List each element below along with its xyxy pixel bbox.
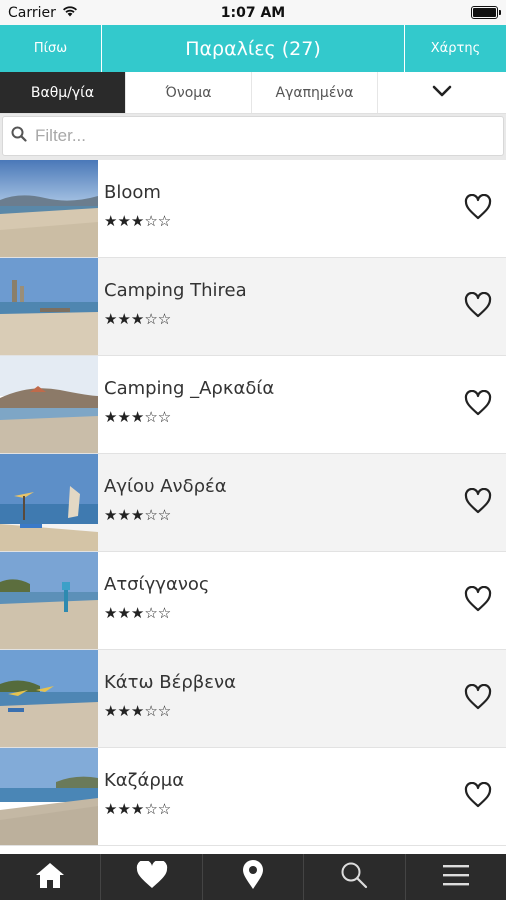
beach-photo: [0, 552, 98, 649]
map-button[interactable]: Χάρτης: [405, 25, 506, 72]
search-icon: [340, 861, 368, 893]
carrier-label: Carrier: [8, 4, 56, 21]
location-pin-icon: [242, 860, 264, 894]
beach-info: Camping Thirea ★★★☆☆: [98, 258, 450, 355]
beach-name: Ατσίγγανος: [104, 574, 210, 595]
search-bar: [0, 114, 506, 160]
heart-outline-icon: [464, 389, 492, 420]
list-item[interactable]: Bloom ★★★☆☆: [0, 160, 506, 258]
beach-name: Καζάρμα: [104, 770, 185, 791]
list-item[interactable]: Αγίου Ανδρέα ★★★☆☆: [0, 454, 506, 552]
battery-icon: [471, 6, 501, 19]
favorite-button[interactable]: [450, 650, 506, 747]
heart-outline-icon: [464, 585, 492, 616]
favorite-button[interactable]: [450, 160, 506, 257]
tab-rating[interactable]: Βαθμ/γία: [0, 72, 126, 113]
heart-outline-icon: [464, 683, 492, 714]
tab-name[interactable]: Όνομα: [126, 72, 252, 113]
status-left: Carrier: [8, 5, 78, 21]
tab-map[interactable]: [203, 854, 305, 900]
beach-info: Κάτω Βέρβενα ★★★☆☆: [98, 650, 450, 747]
list-item[interactable]: Camping _Αρκαδία ★★★☆☆: [0, 356, 506, 454]
favorite-button[interactable]: [450, 258, 506, 355]
chevron-down-icon: [432, 85, 452, 101]
heart-outline-icon: [464, 781, 492, 812]
beach-photo: [0, 160, 98, 257]
back-button[interactable]: Πίσω: [0, 25, 101, 72]
status-bar: Carrier 1:07 AM: [0, 0, 506, 25]
beach-photo: [0, 748, 98, 845]
beach-info: Ατσίγγανος ★★★☆☆: [98, 552, 450, 649]
menu-icon: [442, 863, 470, 891]
beach-name: Αγίου Ανδρέα: [104, 476, 227, 497]
list-item[interactable]: Καζάρμα ★★★☆☆: [0, 748, 506, 846]
wifi-icon: [62, 5, 78, 21]
beach-name: Camping Thirea: [104, 280, 247, 301]
favorite-button[interactable]: [450, 454, 506, 551]
rating-stars: ★★★☆☆: [104, 702, 172, 720]
heart-icon: [136, 859, 168, 893]
beach-name: Κάτω Βέρβενα: [104, 672, 236, 693]
rating-stars: ★★★☆☆: [104, 408, 172, 426]
favorite-button[interactable]: [450, 356, 506, 453]
page-title: Παραλίες (27): [101, 25, 405, 72]
rating-stars: ★★★☆☆: [104, 604, 172, 622]
favorite-button[interactable]: [450, 748, 506, 845]
rating-stars: ★★★☆☆: [104, 212, 172, 230]
beach-photo: [0, 258, 98, 355]
beach-info: Καζάρμα ★★★☆☆: [98, 748, 450, 845]
beach-info: Camping _Αρκαδία ★★★☆☆: [98, 356, 450, 453]
heart-outline-icon: [464, 193, 492, 224]
beach-info: Αγίου Ανδρέα ★★★☆☆: [98, 454, 450, 551]
list-item[interactable]: Κάτω Βέρβενα ★★★☆☆: [0, 650, 506, 748]
rating-stars: ★★★☆☆: [104, 506, 172, 524]
rating-stars: ★★★☆☆: [104, 800, 172, 818]
rating-stars: ★★★☆☆: [104, 310, 172, 328]
search-input[interactable]: [35, 126, 495, 146]
more-sort-dropdown[interactable]: [378, 72, 506, 113]
search-icon: [11, 126, 27, 146]
beach-name: Bloom: [104, 182, 161, 203]
tab-search[interactable]: [304, 854, 406, 900]
sort-tabs: Βαθμ/γία Όνομα Αγαπημένα: [0, 72, 506, 114]
tab-favorites[interactable]: Αγαπημένα: [252, 72, 378, 113]
bottom-tab-bar: [0, 854, 506, 900]
list-item[interactable]: Ατσίγγανος ★★★☆☆: [0, 552, 506, 650]
beach-list: Bloom ★★★☆☆ Camping Thirea ★★★☆☆ Camping…: [0, 160, 506, 854]
home-icon: [35, 861, 65, 893]
tab-home[interactable]: [0, 854, 102, 900]
beach-name: Camping _Αρκαδία: [104, 378, 275, 399]
heart-outline-icon: [464, 291, 492, 322]
heart-outline-icon: [464, 487, 492, 518]
beach-photo: [0, 454, 98, 551]
search-box: [2, 116, 504, 156]
beach-info: Bloom ★★★☆☆: [98, 160, 450, 257]
beach-photo: [0, 356, 98, 453]
tab-favorites[interactable]: [101, 854, 203, 900]
header: Πίσω Παραλίες (27) Χάρτης: [0, 25, 506, 72]
tab-menu[interactable]: [406, 854, 506, 900]
favorite-button[interactable]: [450, 552, 506, 649]
list-item[interactable]: Camping Thirea ★★★☆☆: [0, 258, 506, 356]
beach-photo: [0, 650, 98, 747]
